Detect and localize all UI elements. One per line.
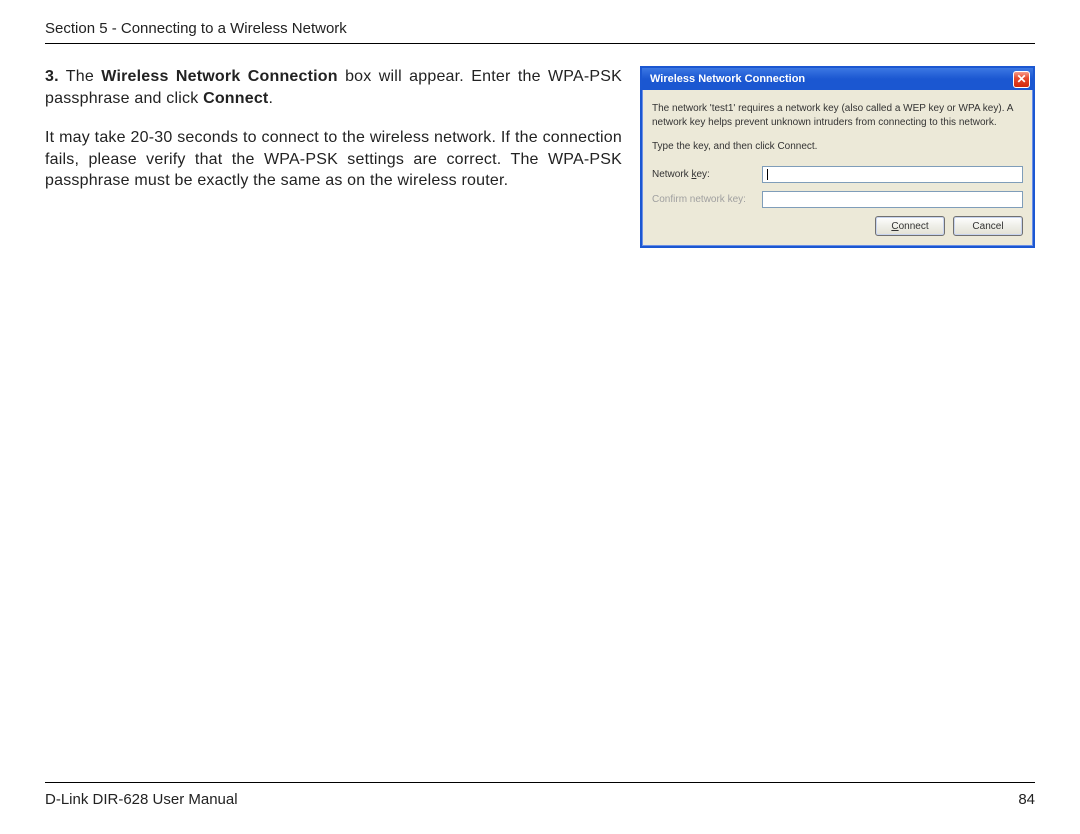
- confirm-key-row: Confirm network key:: [652, 191, 1023, 208]
- dialog-button-row: Connect Cancel: [652, 216, 1023, 236]
- cancel-button[interactable]: Cancel: [953, 216, 1023, 236]
- instruction-text-column: 3. The Wireless Network Connection box w…: [45, 66, 622, 192]
- wireless-connection-dialog: Wireless Network Connection ✕ The networ…: [640, 66, 1035, 248]
- dialog-instruction: Type the key, and then click Connect.: [652, 141, 1023, 152]
- confirm-key-input[interactable]: [762, 191, 1023, 208]
- network-key-label: Network key:: [652, 169, 762, 180]
- step-bold-2: Connect: [203, 90, 268, 107]
- dialog-description: The network 'test1' requires a network k…: [652, 102, 1023, 129]
- step-text-post: .: [268, 90, 273, 107]
- content-row: 3. The Wireless Network Connection box w…: [45, 66, 1035, 248]
- dialog-titlebar: Wireless Network Connection ✕: [642, 68, 1033, 90]
- step-3-paragraph: 3. The Wireless Network Connection box w…: [45, 66, 622, 109]
- network-key-row: Network key:: [652, 166, 1023, 183]
- dialog-title: Wireless Network Connection: [650, 73, 805, 85]
- network-key-input[interactable]: [762, 166, 1023, 183]
- body-paragraph: It may take 20-30 seconds to connect to …: [45, 127, 622, 192]
- dialog-body: The network 'test1' requires a network k…: [642, 90, 1033, 246]
- page-number: 84: [1018, 791, 1035, 808]
- text-caret: [767, 169, 768, 180]
- page-header: Section 5 - Connecting to a Wireless Net…: [45, 20, 1035, 44]
- page-footer: D-Link DIR-628 User Manual 84: [45, 782, 1035, 808]
- step-bold-1: Wireless Network Connection: [101, 68, 337, 85]
- close-button[interactable]: ✕: [1013, 71, 1030, 88]
- manual-title: D-Link DIR-628 User Manual: [45, 791, 238, 808]
- close-icon: ✕: [1016, 73, 1026, 85]
- confirm-key-label: Confirm network key:: [652, 194, 762, 205]
- step-number: 3.: [45, 68, 59, 85]
- step-text-pre: The: [59, 68, 102, 85]
- section-title: Section 5 - Connecting to a Wireless Net…: [45, 20, 1035, 37]
- connect-button[interactable]: Connect: [875, 216, 945, 236]
